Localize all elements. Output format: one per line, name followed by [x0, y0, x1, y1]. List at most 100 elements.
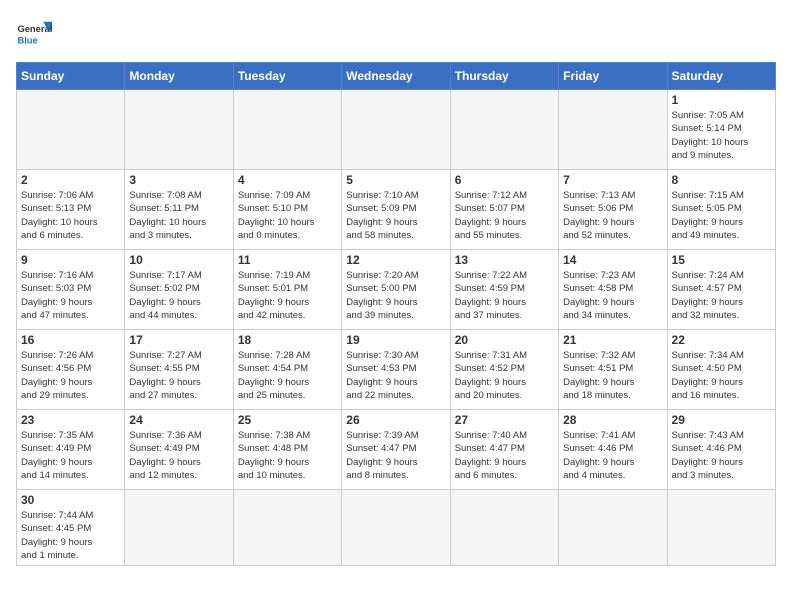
day-number: 2: [21, 173, 120, 187]
sun-info: Sunrise: 7:06 AM Sunset: 5:13 PM Dayligh…: [21, 189, 120, 242]
day-number: 15: [672, 253, 771, 267]
day-header-friday: Friday: [559, 63, 667, 90]
calendar-cell: 13Sunrise: 7:22 AM Sunset: 4:59 PM Dayli…: [450, 250, 558, 330]
sun-info: Sunrise: 7:19 AM Sunset: 5:01 PM Dayligh…: [238, 269, 337, 322]
calendar-cell: 8Sunrise: 7:15 AM Sunset: 5:05 PM Daylig…: [667, 170, 775, 250]
sun-info: Sunrise: 7:26 AM Sunset: 4:56 PM Dayligh…: [21, 349, 120, 402]
week-row-3: 16 Sunrise: 7:26 AM Sunset: 4:56 PM Dayli…: [17, 330, 776, 410]
calendar-cell: 18 Sunrise: 7:28 AM Sunset: 4:54 PM Dayli…: [233, 330, 341, 410]
calendar-cell: [17, 90, 125, 170]
sun-info: Sunrise: 7:12 AM Sunset: 5:07 PM Dayligh…: [455, 189, 554, 242]
day-header-sunday: Sunday: [17, 63, 125, 90]
calendar-cell: [450, 90, 558, 170]
day-number: 13: [455, 253, 554, 267]
day-number: 17: [129, 333, 228, 347]
day-header-tuesday: Tuesday: [233, 63, 341, 90]
calendar-cell: 23Sunrise: 7:35 AM Sunset: 4:49 PM Dayli…: [17, 410, 125, 490]
calendar-cell: 2 Sunrise: 7:06 AM Sunset: 5:13 PM Daylig…: [17, 170, 125, 250]
calendar-cell: [233, 490, 341, 566]
calendar-cell: 28Sunrise: 7:41 AM Sunset: 4:46 PM Dayli…: [559, 410, 667, 490]
sun-info: Sunrise: 7:27 AM Sunset: 4:55 PM Dayligh…: [129, 349, 228, 402]
calendar-cell: [342, 90, 450, 170]
sun-info: Sunrise: 7:16 AM Sunset: 5:03 PM Dayligh…: [21, 269, 120, 322]
calendar-cell: [342, 490, 450, 566]
day-header-saturday: Saturday: [667, 63, 775, 90]
sun-info: Sunrise: 7:24 AM Sunset: 4:57 PM Dayligh…: [672, 269, 771, 322]
day-number: 14: [563, 253, 662, 267]
day-number: 16: [21, 333, 120, 347]
day-number: 3: [129, 173, 228, 187]
calendar-table: SundayMondayTuesdayWednesdayThursdayFrid…: [16, 62, 776, 566]
sun-info: Sunrise: 7:20 AM Sunset: 5:00 PM Dayligh…: [346, 269, 445, 322]
calendar-cell: 10 Sunrise: 7:17 AM Sunset: 5:02 PM Dayli…: [125, 250, 233, 330]
calendar-cell: 22 Sunrise: 7:34 AM Sunset: 4:50 PM Dayli…: [667, 330, 775, 410]
calendar-cell: 16 Sunrise: 7:26 AM Sunset: 4:56 PM Dayli…: [17, 330, 125, 410]
calendar-cell: 14Sunrise: 7:23 AM Sunset: 4:58 PM Dayli…: [559, 250, 667, 330]
week-row-0: 1 Sunrise: 7:05 AM Sunset: 5:14 PM Daylig…: [17, 90, 776, 170]
calendar-cell: [559, 490, 667, 566]
sun-info: Sunrise: 7:17 AM Sunset: 5:02 PM Dayligh…: [129, 269, 228, 322]
calendar-cell: 5 Sunrise: 7:10 AM Sunset: 5:09 PM Daylig…: [342, 170, 450, 250]
day-number: 7: [563, 173, 662, 187]
day-number: 19: [346, 333, 445, 347]
calendar-container: General Blue SundayMondayTuesdayWednesda…: [0, 0, 792, 612]
week-row-2: 9 Sunrise: 7:16 AM Sunset: 5:03 PM Daylig…: [17, 250, 776, 330]
day-number: 4: [238, 173, 337, 187]
day-number: 1: [672, 93, 771, 107]
calendar-cell: 20 Sunrise: 7:31 AM Sunset: 4:52 PM Dayli…: [450, 330, 558, 410]
day-header-thursday: Thursday: [450, 63, 558, 90]
day-number: 27: [455, 413, 554, 427]
sun-info: Sunrise: 7:36 AM Sunset: 4:49 PM Dayligh…: [129, 429, 228, 482]
sun-info: Sunrise: 7:31 AM Sunset: 4:52 PM Dayligh…: [455, 349, 554, 402]
day-number: 22: [672, 333, 771, 347]
calendar-cell: 25 Sunrise: 7:38 AM Sunset: 4:48 PM Dayli…: [233, 410, 341, 490]
day-number: 10: [129, 253, 228, 267]
day-number: 6: [455, 173, 554, 187]
sun-info: Sunrise: 7:28 AM Sunset: 4:54 PM Dayligh…: [238, 349, 337, 402]
day-number: 11: [238, 253, 337, 267]
day-number: 5: [346, 173, 445, 187]
day-number: 18: [238, 333, 337, 347]
header: General Blue: [16, 16, 776, 52]
sun-info: Sunrise: 7:13 AM Sunset: 5:06 PM Dayligh…: [563, 189, 662, 242]
week-row-5: 30Sunrise: 7:44 AM Sunset: 4:45 PM Dayli…: [17, 490, 776, 566]
calendar-cell: 11 Sunrise: 7:19 AM Sunset: 5:01 PM Dayli…: [233, 250, 341, 330]
day-number: 30: [21, 493, 120, 507]
logo: General Blue: [16, 16, 52, 52]
sun-info: Sunrise: 7:43 AM Sunset: 4:46 PM Dayligh…: [672, 429, 771, 482]
sun-info: Sunrise: 7:10 AM Sunset: 5:09 PM Dayligh…: [346, 189, 445, 242]
week-row-1: 2 Sunrise: 7:06 AM Sunset: 5:13 PM Daylig…: [17, 170, 776, 250]
week-row-4: 23Sunrise: 7:35 AM Sunset: 4:49 PM Dayli…: [17, 410, 776, 490]
general-blue-logo-icon: General Blue: [16, 16, 52, 52]
sun-info: Sunrise: 7:34 AM Sunset: 4:50 PM Dayligh…: [672, 349, 771, 402]
sun-info: Sunrise: 7:09 AM Sunset: 5:10 PM Dayligh…: [238, 189, 337, 242]
days-header-row: SundayMondayTuesdayWednesdayThursdayFrid…: [17, 63, 776, 90]
calendar-cell: 6 Sunrise: 7:12 AM Sunset: 5:07 PM Daylig…: [450, 170, 558, 250]
svg-text:Blue: Blue: [17, 35, 37, 45]
calendar-cell: [125, 490, 233, 566]
sun-info: Sunrise: 7:39 AM Sunset: 4:47 PM Dayligh…: [346, 429, 445, 482]
day-number: 8: [672, 173, 771, 187]
day-number: 20: [455, 333, 554, 347]
day-number: 21: [563, 333, 662, 347]
sun-info: Sunrise: 7:32 AM Sunset: 4:51 PM Dayligh…: [563, 349, 662, 402]
calendar-cell: 24 Sunrise: 7:36 AM Sunset: 4:49 PM Dayli…: [125, 410, 233, 490]
sun-info: Sunrise: 7:35 AM Sunset: 4:49 PM Dayligh…: [21, 429, 120, 482]
calendar-cell: 29 Sunrise: 7:43 AM Sunset: 4:46 PM Dayli…: [667, 410, 775, 490]
sun-info: Sunrise: 7:40 AM Sunset: 4:47 PM Dayligh…: [455, 429, 554, 482]
calendar-cell: 3Sunrise: 7:08 AM Sunset: 5:11 PM Daylig…: [125, 170, 233, 250]
calendar-cell: 15 Sunrise: 7:24 AM Sunset: 4:57 PM Dayli…: [667, 250, 775, 330]
day-number: 24: [129, 413, 228, 427]
calendar-cell: 1 Sunrise: 7:05 AM Sunset: 5:14 PM Daylig…: [667, 90, 775, 170]
day-number: 29: [672, 413, 771, 427]
calendar-cell: [450, 490, 558, 566]
calendar-cell: 7 Sunrise: 7:13 AM Sunset: 5:06 PM Daylig…: [559, 170, 667, 250]
day-header-monday: Monday: [125, 63, 233, 90]
sun-info: Sunrise: 7:05 AM Sunset: 5:14 PM Dayligh…: [672, 109, 771, 162]
day-number: 9: [21, 253, 120, 267]
calendar-cell: 17 Sunrise: 7:27 AM Sunset: 4:55 PM Dayli…: [125, 330, 233, 410]
calendar-cell: [125, 90, 233, 170]
day-number: 28: [563, 413, 662, 427]
sun-info: Sunrise: 7:38 AM Sunset: 4:48 PM Dayligh…: [238, 429, 337, 482]
day-number: 25: [238, 413, 337, 427]
